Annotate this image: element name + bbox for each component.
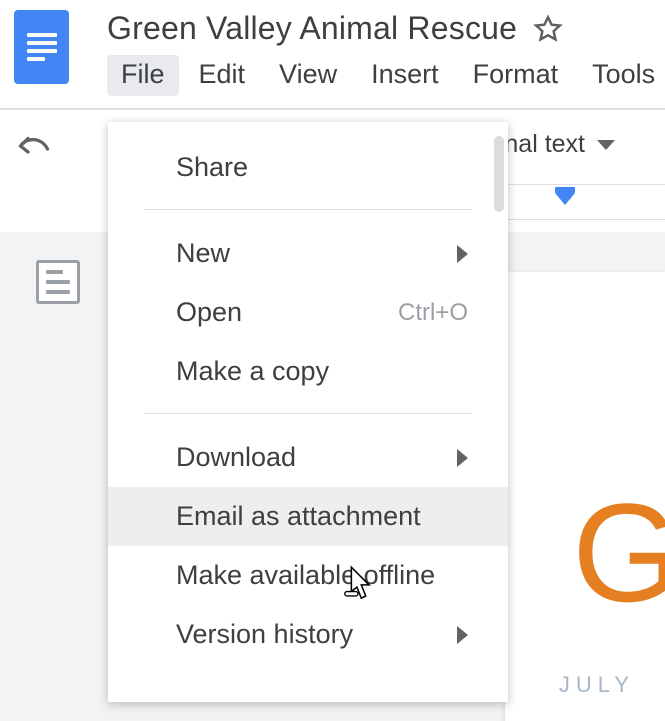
menu-item-make-copy[interactable]: Make a copy xyxy=(108,342,508,401)
menu-divider xyxy=(144,413,472,414)
menu-item-label: New xyxy=(176,238,230,269)
menu-item-label: Email as attachment xyxy=(176,501,421,532)
submenu-arrow-icon xyxy=(457,245,468,263)
doc-title[interactable]: Green Valley Animal Rescue xyxy=(107,10,517,47)
menu-edit[interactable]: Edit xyxy=(185,55,260,96)
menu-item-label: Download xyxy=(176,442,296,473)
menu-file[interactable]: File xyxy=(107,55,179,96)
page-heading-letter: G xyxy=(572,472,665,634)
menu-item-label: Make a copy xyxy=(176,356,329,387)
menu-view[interactable]: View xyxy=(265,55,351,96)
submenu-arrow-icon xyxy=(457,449,468,467)
document-page[interactable]: G JULY xyxy=(505,272,665,721)
menu-item-share[interactable]: Share xyxy=(108,138,508,197)
chevron-down-icon xyxy=(597,140,615,150)
menu-tools[interactable]: Tools xyxy=(578,55,665,96)
menu-item-label: Version history xyxy=(176,619,353,650)
title-block: Green Valley Animal Rescue File Edit Vie… xyxy=(107,10,665,96)
menu-shortcut: Ctrl+O xyxy=(398,299,468,327)
page-month-label: JULY xyxy=(559,672,635,698)
menu-item-version-history[interactable]: Version history xyxy=(108,605,508,664)
menu-item-open[interactable]: Open Ctrl+O xyxy=(108,283,508,342)
ruler[interactable] xyxy=(505,184,665,220)
paragraph-style-dropdown[interactable]: nal text xyxy=(504,130,615,159)
indent-marker-icon[interactable] xyxy=(555,193,575,205)
doc-header: Green Valley Animal Rescue File Edit Vie… xyxy=(0,0,665,96)
menubar: File Edit View Insert Format Tools xyxy=(107,55,665,96)
menu-item-new[interactable]: New xyxy=(108,224,508,283)
outline-icon[interactable] xyxy=(36,260,80,304)
menu-item-label: Share xyxy=(176,152,248,183)
menu-item-label: Make available offline xyxy=(176,560,435,591)
file-menu-dropdown: Share New Open Ctrl+O Make a copy Downlo… xyxy=(108,122,508,702)
menu-item-download[interactable]: Download xyxy=(108,428,508,487)
docs-logo-icon[interactable] xyxy=(14,10,69,84)
paragraph-style-label: nal text xyxy=(504,130,585,159)
menu-item-label: Open xyxy=(176,297,242,328)
submenu-arrow-icon xyxy=(457,626,468,644)
menu-format[interactable]: Format xyxy=(459,55,573,96)
star-icon[interactable] xyxy=(533,14,563,44)
menu-item-make-offline[interactable]: Make available offline xyxy=(108,546,508,605)
undo-icon[interactable] xyxy=(16,132,52,165)
menu-insert[interactable]: Insert xyxy=(357,55,453,96)
menu-divider xyxy=(144,209,472,210)
menu-item-email-attachment[interactable]: Email as attachment xyxy=(108,487,508,546)
